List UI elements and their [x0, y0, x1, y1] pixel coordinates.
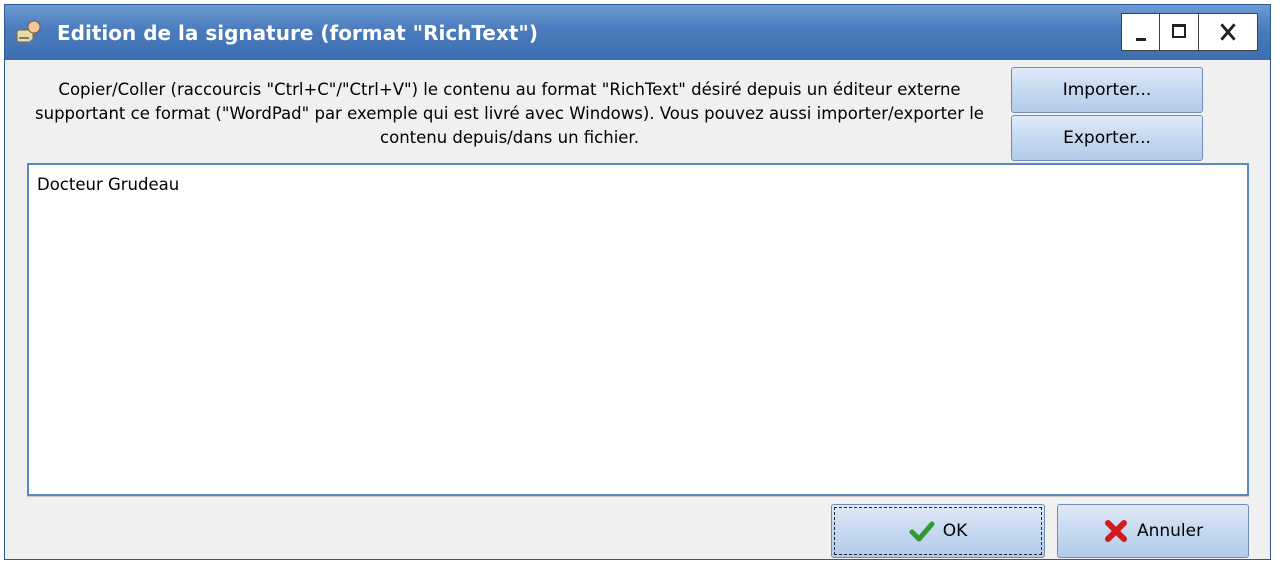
checkmark-icon — [909, 521, 935, 542]
export-button[interactable]: Exporter... — [1011, 115, 1203, 161]
signature-editor-dialog: Edition de la signature (format "RichTex… — [0, 0, 1283, 564]
minimize-button[interactable] — [1121, 13, 1160, 51]
red-x-icon — [1104, 520, 1127, 542]
richtext-editor[interactable]: Docteur Grudeau — [27, 163, 1249, 496]
import-button[interactable]: Importer... — [1011, 67, 1203, 113]
instructions-text: Copier/Coller (raccourcis "Ctrl+C"/"Ctrl… — [35, 80, 984, 147]
cancel-label: Annuler — [1136, 521, 1204, 541]
maximize-button[interactable] — [1159, 13, 1199, 51]
dialog-body: Copier/Coller (raccourcis "Ctrl+C"/"Ctrl… — [4, 60, 1271, 560]
editor-content: Docteur Grudeau — [37, 175, 180, 194]
window-title: Edition de la signature (format "RichTex… — [57, 21, 538, 45]
signature-app-icon — [16, 20, 41, 44]
divider — [27, 496, 1249, 497]
ok-label: OK — [942, 521, 968, 541]
ok-button[interactable]: OK — [831, 504, 1045, 558]
cancel-button[interactable]: Annuler — [1057, 504, 1249, 558]
close-icon — [1220, 23, 1236, 41]
title-bar[interactable]: Edition de la signature (format "RichTex… — [4, 4, 1271, 60]
close-button[interactable] — [1198, 13, 1258, 51]
